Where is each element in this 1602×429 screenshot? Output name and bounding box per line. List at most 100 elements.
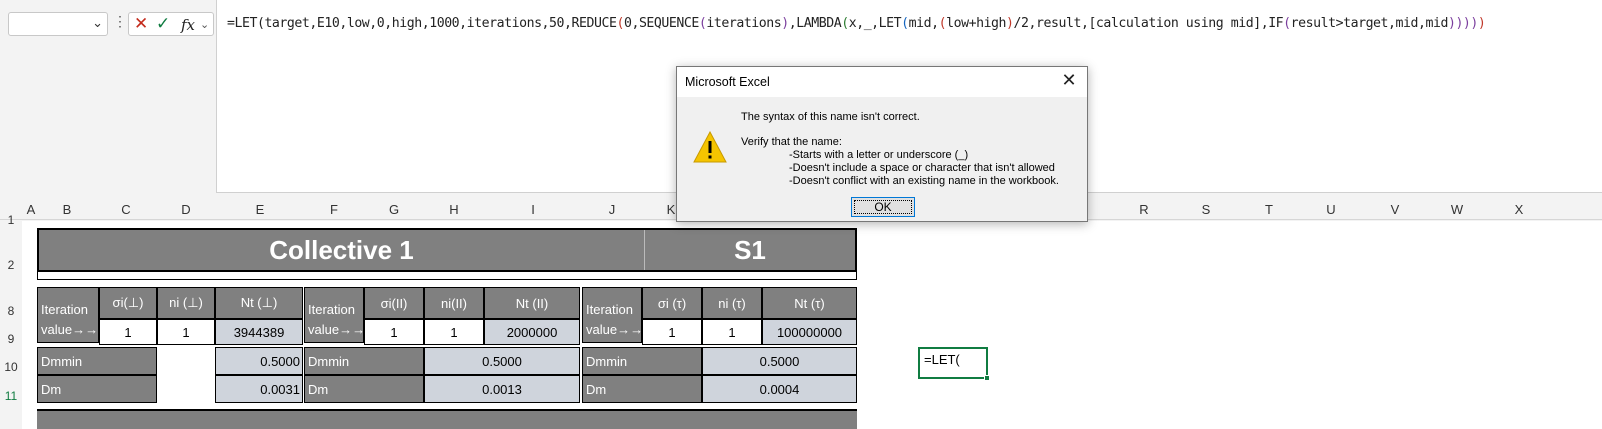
chevron-down-icon[interactable]: ⌄ bbox=[92, 15, 103, 31]
formula-token: )))) bbox=[1447, 16, 1478, 31]
dmmin-label[interactable]: Dmmin bbox=[582, 347, 702, 375]
close-icon[interactable]: ✕ bbox=[1059, 70, 1079, 91]
column-header-c[interactable]: C bbox=[96, 202, 156, 217]
formula-token: ( bbox=[938, 16, 947, 31]
row-header-8[interactable]: 8 bbox=[0, 304, 22, 318]
dialog-title-bar: Microsoft Excel ✕ bbox=[677, 67, 1087, 97]
chevron-down-icon[interactable]: ⌄ bbox=[200, 18, 209, 31]
dm-label[interactable]: Dm bbox=[582, 375, 702, 403]
header-nt-tau[interactable]: Nt (τ) bbox=[762, 287, 857, 319]
header-ni-ii[interactable]: ni(II) bbox=[424, 287, 484, 319]
formula-token: =LET(target,E10,low,0,high,1000,iteratio… bbox=[227, 16, 617, 31]
value-ni-tau[interactable]: 1 bbox=[702, 319, 762, 345]
iteration-label[interactable]: Iteration value→→ bbox=[37, 287, 99, 343]
title-banner: Collective 1 S1 bbox=[37, 228, 857, 272]
dialog-rule3: -Doesn't conflict with an existing name … bbox=[789, 175, 1059, 187]
dialog-message: The syntax of this name isn't correct. V… bbox=[741, 111, 1059, 188]
dmmin-value-ii[interactable]: 0.5000 bbox=[424, 347, 580, 375]
dmmin-value-tau[interactable]: 0.5000 bbox=[702, 347, 857, 375]
value-nt-ii[interactable]: 2000000 bbox=[484, 319, 580, 345]
dmmin-value-perp[interactable]: 0.5000 bbox=[215, 347, 303, 375]
row-header-1[interactable]: 1 bbox=[0, 213, 22, 227]
column-header-i[interactable]: I bbox=[484, 202, 582, 217]
iteration-label[interactable]: Iteration value→→ bbox=[304, 287, 365, 343]
dialog-rule2: -Doesn't include a space or character th… bbox=[789, 162, 1055, 174]
column-header-s[interactable]: S bbox=[1176, 202, 1236, 217]
value-ni-perp[interactable]: 1 bbox=[157, 319, 215, 345]
worksheet-grid[interactable]: Collective 1 S1 Iteration value→→ σi(⊥) … bbox=[22, 221, 1602, 429]
formula-token: ( bbox=[841, 16, 849, 31]
value-sigma-perp[interactable]: 1 bbox=[99, 319, 157, 345]
column-header-j[interactable]: J bbox=[582, 202, 642, 217]
column-header-h[interactable]: H bbox=[424, 202, 484, 217]
active-cell-value: =LET( bbox=[924, 352, 960, 367]
header-ni-perp[interactable]: ni (⊥) bbox=[157, 287, 215, 319]
value-nt-tau[interactable]: 100000000 bbox=[762, 319, 857, 345]
warning-icon bbox=[693, 131, 727, 163]
column-header-f[interactable]: F bbox=[304, 202, 364, 217]
banner-underline bbox=[37, 272, 857, 280]
value-nt-perp[interactable]: 3944389 bbox=[215, 319, 303, 345]
value-sigma-ii[interactable]: 1 bbox=[364, 319, 424, 345]
iteration-label-line1: Iteration bbox=[41, 302, 88, 317]
column-header-e[interactable]: E bbox=[216, 202, 304, 217]
dmmin-label[interactable]: Dmmin bbox=[304, 347, 424, 375]
formula-token: ( bbox=[901, 16, 909, 31]
formula-buttons: ✕ ✓ fx ⌄ bbox=[128, 12, 214, 36]
insert-function-icon[interactable]: fx bbox=[181, 16, 195, 34]
formula-token: low+high bbox=[946, 16, 1007, 31]
formula-token: ) bbox=[781, 16, 789, 31]
row-header-10[interactable]: 10 bbox=[0, 360, 22, 374]
row-header-2[interactable]: 2 bbox=[0, 258, 22, 272]
cancel-icon[interactable]: ✕ bbox=[134, 14, 148, 34]
column-header-g[interactable]: G bbox=[364, 202, 424, 217]
dialog-rule1: -Starts with a letter or underscore (_) bbox=[789, 149, 969, 161]
column-header-v[interactable]: V bbox=[1364, 202, 1426, 217]
column-header-a[interactable]: A bbox=[24, 202, 38, 217]
formula-token: iterations bbox=[706, 16, 782, 31]
header-nt-perp[interactable]: Nt (⊥) bbox=[215, 287, 303, 319]
iteration-label-line1: Iteration bbox=[308, 302, 355, 317]
fill-handle[interactable] bbox=[984, 375, 990, 381]
s1-title[interactable]: S1 bbox=[645, 230, 855, 270]
more-options-icon[interactable]: ⋮ bbox=[113, 13, 127, 30]
dm-value-tau[interactable]: 0.0004 bbox=[702, 375, 857, 403]
column-header-t[interactable]: T bbox=[1238, 202, 1300, 217]
row-header-9[interactable]: 9 bbox=[0, 332, 22, 346]
header-sigma-tau[interactable]: σi (τ) bbox=[642, 287, 702, 319]
value-sigma-tau[interactable]: 1 bbox=[642, 319, 702, 345]
dm-label[interactable]: Dm bbox=[304, 375, 424, 403]
value-ni-ii[interactable]: 1 bbox=[424, 319, 484, 345]
formula-token: result>target,mid,mid bbox=[1290, 16, 1449, 31]
header-sigma-ii[interactable]: σi(II) bbox=[364, 287, 424, 319]
column-header-b[interactable]: B bbox=[38, 202, 96, 217]
name-box[interactable]: ⌄ bbox=[8, 12, 108, 36]
dm-value-perp[interactable]: 0.0031 bbox=[215, 375, 303, 403]
dm-label[interactable]: Dm bbox=[37, 375, 157, 403]
active-cell[interactable]: =LET( bbox=[918, 347, 990, 381]
formula-token: ( bbox=[1283, 16, 1291, 31]
collective-title[interactable]: Collective 1 bbox=[39, 230, 645, 270]
dialog-line2: Verify that the name: bbox=[741, 136, 842, 148]
column-header-r[interactable]: R bbox=[1114, 202, 1174, 217]
header-nt-ii[interactable]: Nt (II) bbox=[484, 287, 580, 319]
dmmin-label[interactable]: Dmmin bbox=[37, 347, 157, 375]
formula-token: ( bbox=[616, 16, 624, 31]
column-header-u[interactable]: U bbox=[1300, 202, 1362, 217]
column-header-w[interactable]: W bbox=[1426, 202, 1488, 217]
column-header-x[interactable]: X bbox=[1488, 202, 1550, 217]
header-sigma-perp[interactable]: σi(⊥) bbox=[99, 287, 157, 319]
dialog-line1: The syntax of this name isn't correct. bbox=[741, 111, 920, 123]
formula-token: ) bbox=[1477, 16, 1486, 31]
enter-icon[interactable]: ✓ bbox=[156, 14, 170, 34]
dialog-title: Microsoft Excel bbox=[685, 75, 770, 89]
iteration-label-line2: value→→ bbox=[586, 322, 644, 337]
ok-button[interactable]: OK bbox=[851, 197, 915, 217]
header-ni-tau[interactable]: ni (τ) bbox=[702, 287, 762, 319]
formula-token: x,_,LET bbox=[848, 16, 902, 31]
column-header-d[interactable]: D bbox=[156, 202, 216, 217]
next-table-header bbox=[37, 409, 857, 429]
row-header-11[interactable]: 11 bbox=[0, 389, 22, 403]
iteration-label[interactable]: Iteration value→→ bbox=[582, 287, 644, 343]
dm-value-ii[interactable]: 0.0013 bbox=[424, 375, 580, 403]
